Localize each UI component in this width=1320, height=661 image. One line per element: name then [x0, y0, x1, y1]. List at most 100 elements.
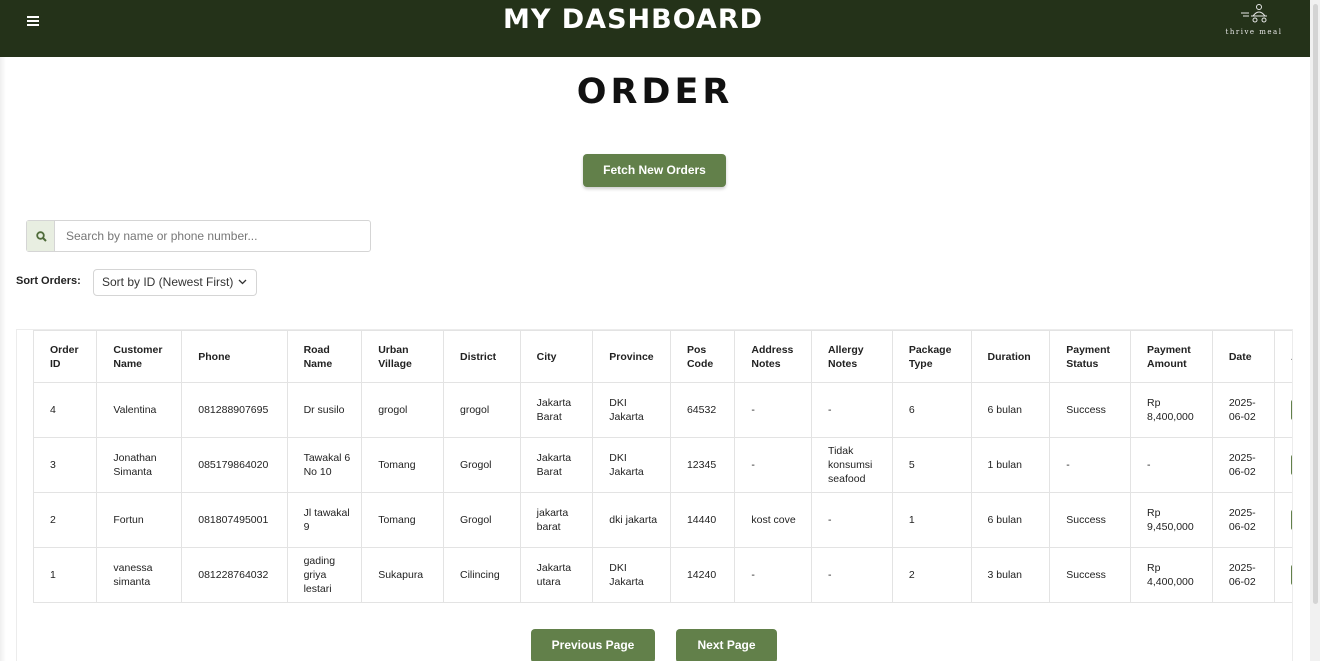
table-cell: Rp 4,400,000: [1130, 547, 1213, 603]
table-cell: DKI Jakarta: [592, 437, 671, 493]
orders-table-card: Order ID Customer Name Phone Road Name Urban…: [16, 329, 1293, 661]
table-cell: 64532: [669, 382, 736, 438]
search-icon[interactable]: [27, 221, 55, 251]
table-cell: kost cove: [734, 492, 813, 548]
assign-button[interactable]: Assign: [1291, 510, 1292, 530]
column-header: District: [443, 330, 521, 383]
table-cell: -: [734, 382, 813, 438]
table-cell: 081288907695: [181, 382, 288, 438]
search-input[interactable]: [56, 221, 370, 251]
table-cell: Success: [1049, 492, 1132, 548]
left-edge-shadow: [0, 57, 6, 661]
column-header: Phone: [181, 330, 288, 383]
next-page-button[interactable]: Next Page: [676, 629, 777, 661]
table-cell: Rp 8,400,000: [1130, 382, 1213, 438]
table-cell: Jakarta utara: [519, 547, 594, 603]
table-cell: Cilincing: [443, 547, 521, 603]
column-header: Road Name: [286, 330, 363, 383]
table-cell: DKI Jakarta: [592, 547, 671, 603]
column-header: Package Type: [891, 330, 972, 383]
table-cell: Tomang: [361, 492, 444, 548]
table-cell: gading griya lestari: [286, 547, 363, 603]
table-cell: Jakarta Barat: [519, 382, 594, 438]
orders-table-scroll[interactable]: Order ID Customer Name Phone Road Name Urban…: [33, 330, 1292, 604]
table-cell: Tidak konsumsi seafood: [811, 437, 893, 493]
scrollbar-thumb[interactable]: [1313, 4, 1318, 604]
table-cell: grogol: [443, 382, 521, 438]
table-cell: vanessa simanta: [96, 547, 183, 603]
page-title: ORDER: [576, 72, 734, 112]
brand-logo[interactable]: thrive meal: [1223, 2, 1285, 36]
column-header: Allergy Notes: [811, 330, 893, 383]
top-navbar: MY DASHBOARD thrive meal: [0, 0, 1310, 57]
table-cell: 14440: [669, 492, 736, 548]
table-cell: 2: [891, 547, 972, 603]
table-cell: Grogol: [443, 437, 521, 493]
column-header: Duration: [970, 330, 1051, 383]
table-cell: Tomang: [361, 437, 444, 493]
table-cell: -: [734, 547, 813, 603]
table-cell: 4: [33, 382, 98, 438]
table-cell: Sukapura: [361, 547, 444, 603]
table-cell: dki jakarta: [592, 492, 671, 548]
table-cell: Jonathan Simanta: [96, 437, 183, 493]
table-cell: 2025-06-02: [1211, 492, 1276, 548]
table-cell: grogol: [361, 382, 444, 438]
column-header: Date: [1211, 330, 1276, 383]
table-cell: 081807495001: [181, 492, 288, 548]
column-header: City: [519, 330, 594, 383]
table-cell: Success: [1049, 382, 1132, 438]
column-header: Customer Name: [96, 330, 183, 383]
action-cell: Assign: [1274, 492, 1292, 548]
column-header: Payment Status: [1049, 330, 1132, 383]
table-cell: Success: [1049, 547, 1132, 603]
table-cell: 5: [891, 437, 972, 493]
table-cell: -: [811, 547, 893, 603]
table-row: 4 Valentina 081288907695 Dr susilo grogol gro…: [33, 382, 1292, 438]
assign-button[interactable]: Assign: [1291, 565, 1292, 585]
table-cell: -: [734, 437, 813, 493]
action-cell: Assign: [1274, 547, 1292, 603]
table-cell: Dr susilo: [286, 382, 363, 438]
column-header: Address Notes: [734, 330, 813, 383]
table-row: 1 vanessa simanta 081228764032 gading griya…: [33, 547, 1292, 603]
table-cell: 1: [891, 492, 972, 548]
table-cell: DKI Jakarta: [592, 382, 671, 438]
assign-button[interactable]: Assign: [1291, 400, 1292, 420]
table-body: 4 Valentina 081288907695 Dr susilo grogol gro…: [33, 382, 1292, 603]
chevron-down-icon: [238, 279, 247, 285]
table-cell: 1 bulan: [970, 437, 1051, 493]
table-cell: 6: [891, 382, 972, 438]
table-cell: 3 bulan: [970, 547, 1051, 603]
table-cell: Jl tawakal 9: [286, 492, 363, 548]
table-cell: Jakarta Barat: [519, 437, 594, 493]
table-cell: Valentina: [96, 382, 183, 438]
table-header-row: Order ID Customer Name Phone Road Name Urban…: [33, 330, 1292, 383]
action-cell: Assign: [1274, 382, 1292, 438]
table-cell: -: [1049, 437, 1132, 493]
table-cell: 6 bulan: [970, 382, 1051, 438]
column-header: Action: [1274, 330, 1292, 383]
table-cell: Tawakal 6 No 10: [286, 437, 363, 493]
sort-orders-select[interactable]: Sort by ID (Newest First): [93, 269, 257, 296]
fetch-new-orders-button[interactable]: Fetch New Orders: [583, 154, 726, 187]
table-cell: Rp 9,450,000: [1130, 492, 1213, 548]
previous-page-button[interactable]: Previous Page: [531, 629, 655, 661]
orders-table: Order ID Customer Name Phone Road Name Urban…: [33, 330, 1292, 603]
table-cell: 6 bulan: [970, 492, 1051, 548]
table-cell: 3: [33, 437, 98, 493]
table-cell: 2025-06-02: [1211, 437, 1276, 493]
column-header: Order ID: [33, 330, 98, 383]
table-cell: 085179864020: [181, 437, 288, 493]
assign-button[interactable]: Assign: [1291, 455, 1292, 475]
table-cell: 1: [33, 547, 98, 603]
table-row: 2 Fortun 081807495001 Jl tawakal 9 Tomang Gro…: [33, 492, 1292, 548]
logo-text: thrive meal: [1225, 28, 1283, 36]
column-header: Province: [592, 330, 671, 383]
table-cell: -: [811, 492, 893, 548]
search-bar: [26, 220, 371, 252]
table-cell: 081228764032: [181, 547, 288, 603]
table-cell: -: [1130, 437, 1213, 493]
column-header: Payment Amount: [1130, 330, 1213, 383]
column-header: Pos Code: [669, 330, 736, 383]
